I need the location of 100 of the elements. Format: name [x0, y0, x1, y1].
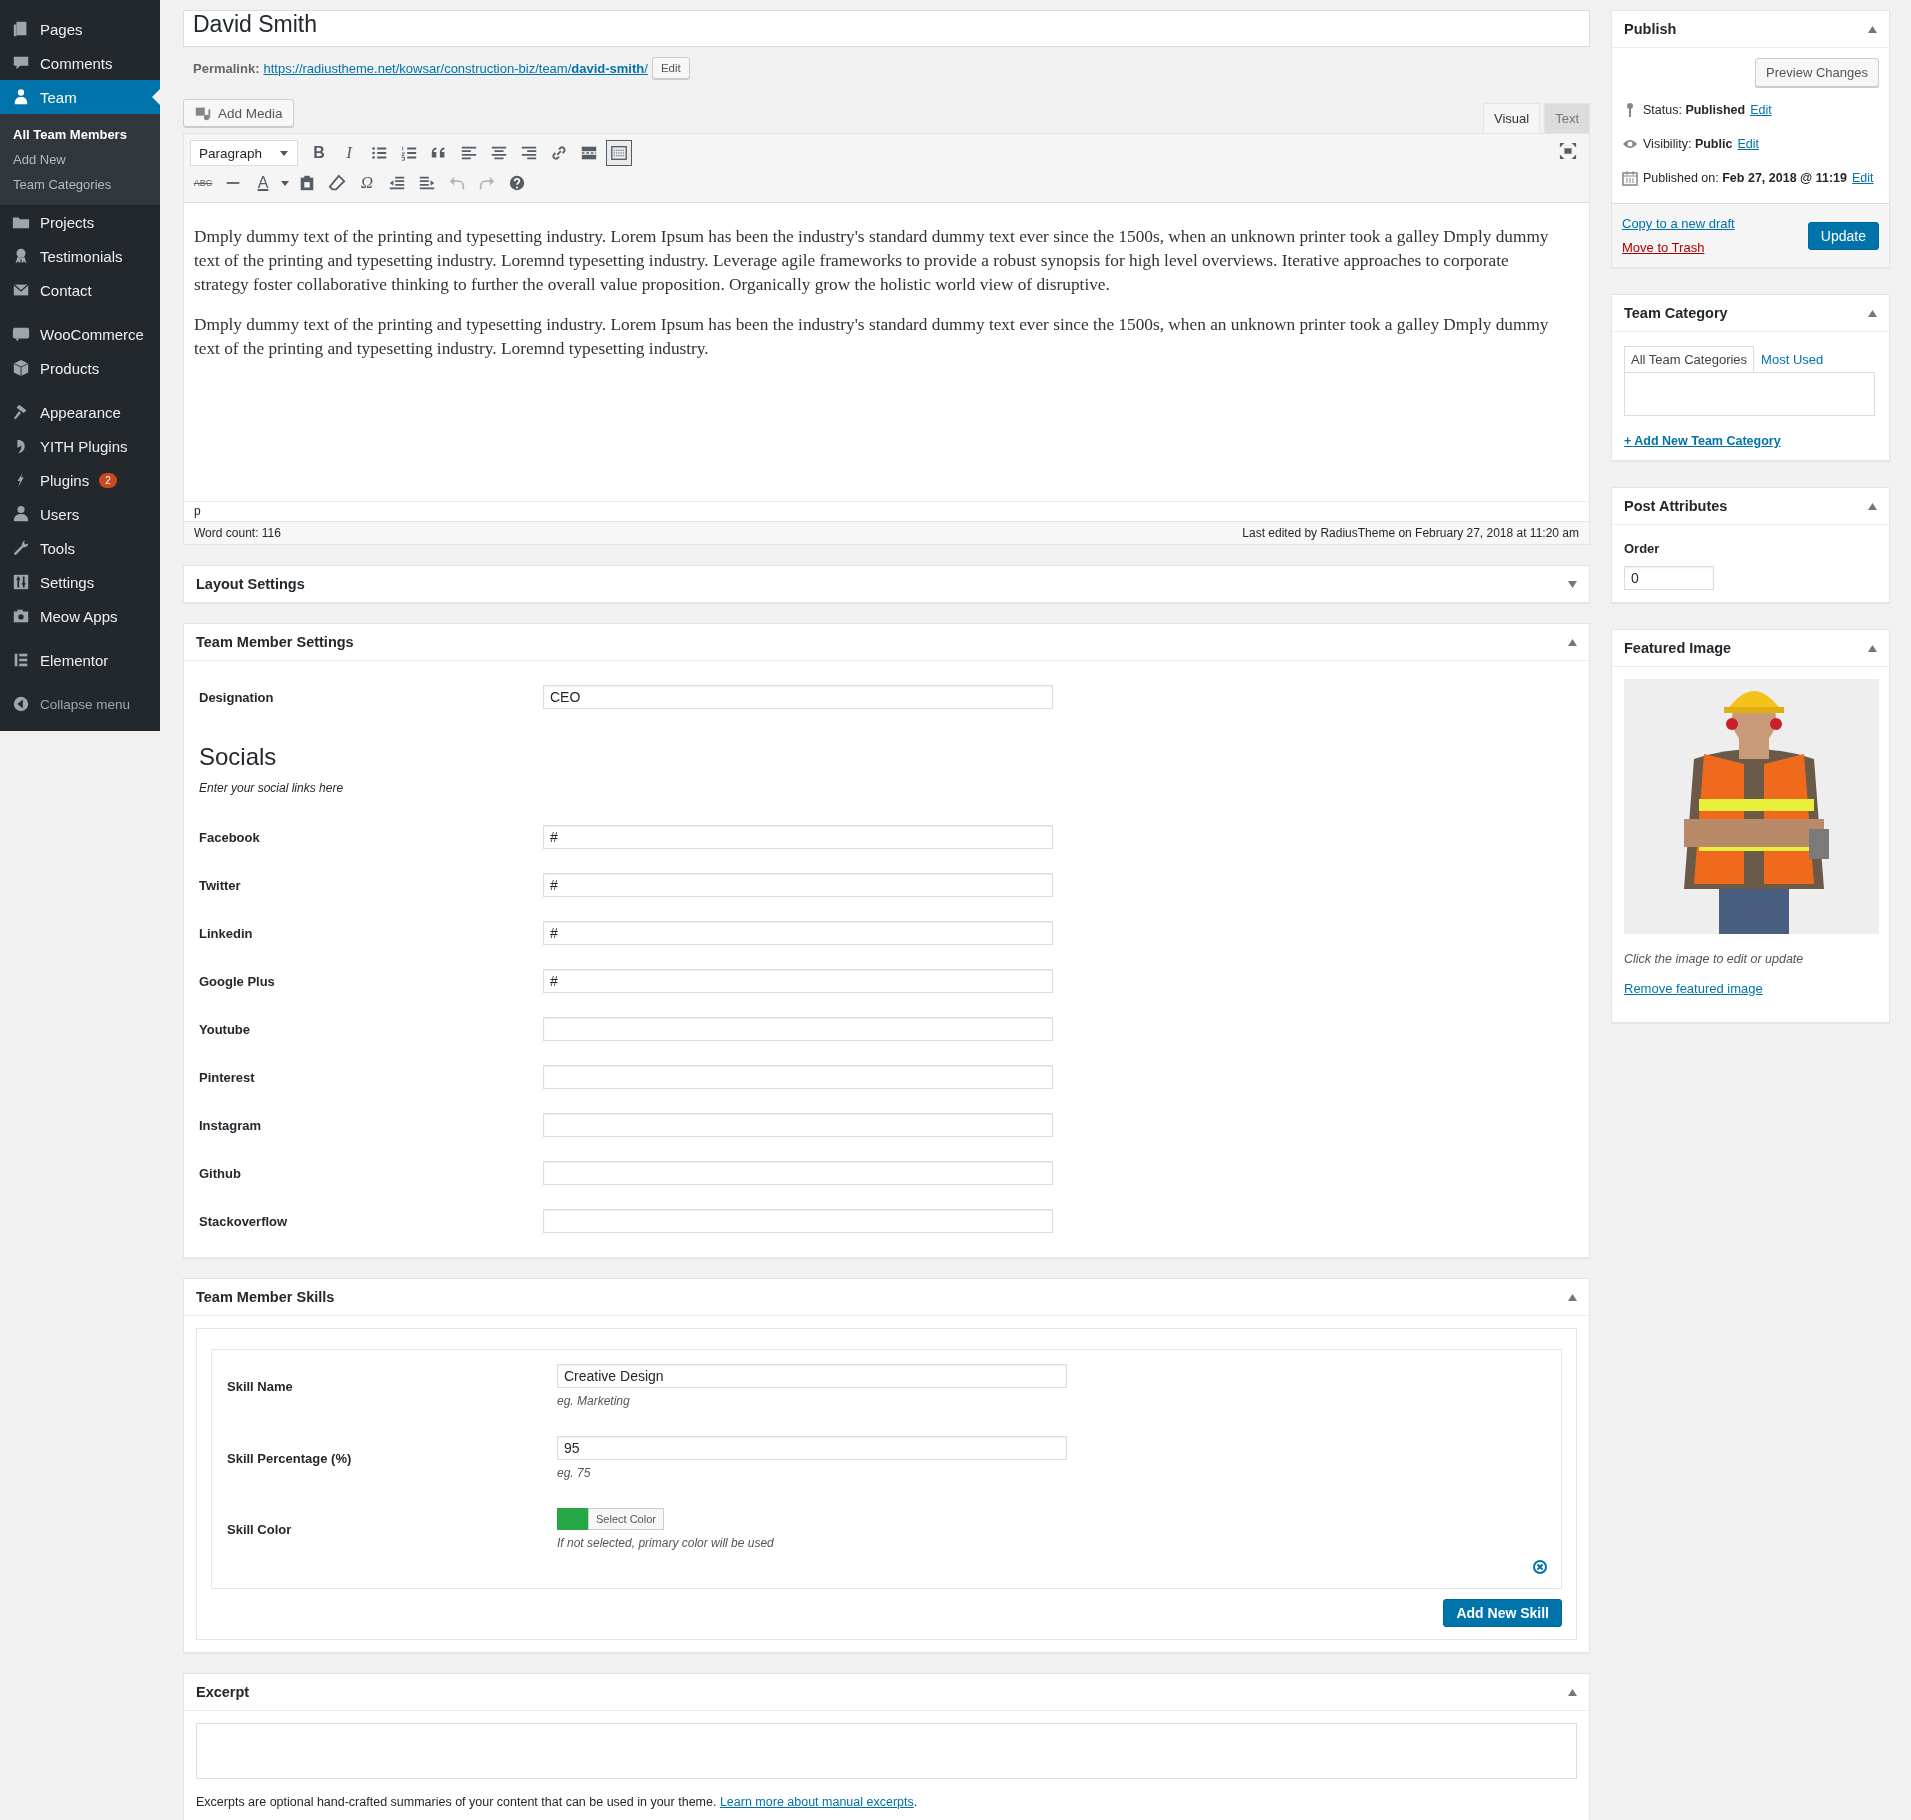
- menu-item[interactable]: Testimonials: [0, 239, 160, 273]
- add-new-skill-button[interactable]: Add New Skill: [1443, 1599, 1562, 1627]
- collapse-arrow-icon[interactable]: [1868, 309, 1877, 317]
- select-color-button[interactable]: Select Color: [588, 1508, 664, 1530]
- menu-item[interactable]: Comments: [0, 46, 160, 80]
- menu-item[interactable]: Appearance: [0, 395, 160, 429]
- last-edited-note: Last edited by RadiusTheme on February 27, 2018 at 11:20 am: [1242, 526, 1579, 540]
- submenu-item[interactable]: Team Categories: [0, 172, 160, 197]
- text-field[interactable]: #: [543, 921, 1053, 945]
- submenu-item[interactable]: Add New: [0, 147, 160, 172]
- menu-item[interactable]: Pages: [0, 12, 160, 46]
- format-button[interactable]: ABC: [190, 170, 216, 196]
- element-path[interactable]: p: [194, 504, 201, 518]
- fullscreen-icon[interactable]: [1559, 142, 1577, 160]
- title-field[interactable]: David Smith: [183, 10, 1590, 47]
- remove-icon[interactable]: [1533, 1560, 1547, 1574]
- collapse-arrow-icon[interactable]: [1868, 644, 1877, 652]
- menu-item[interactable]: Plugins 2: [0, 463, 160, 497]
- text-field[interactable]: #: [543, 825, 1053, 849]
- expand-arrow-icon[interactable]: [1568, 580, 1577, 588]
- copy-draft-link[interactable]: Copy to a new draft: [1622, 216, 1735, 231]
- menu-item[interactable]: Projects: [0, 205, 160, 239]
- menu-item[interactable]: YITH Plugins: [0, 429, 160, 463]
- collapse-arrow-icon[interactable]: [1568, 1688, 1577, 1696]
- category-tab[interactable]: Most Used: [1754, 346, 1831, 372]
- color-swatch[interactable]: [557, 1508, 588, 1530]
- learn-more-link[interactable]: Learn more about manual excerpts: [719, 1795, 914, 1809]
- field-label: Twitter: [198, 877, 242, 893]
- menu-item[interactable]: Team: [0, 80, 160, 114]
- menu-item[interactable]: WooCommerce: [0, 317, 160, 351]
- format-select[interactable]: Paragraph: [190, 140, 298, 166]
- numbered-list-icon[interactable]: [400, 144, 418, 162]
- body-paragraph: Dmply dummy text of the printing and typesetting industry. Lorem Ipsum has been the industry's standard dummy text ever since the 1500s, when an unknown printer took a galley Dmply dummy text of the printing and typesetting industry. Loremnd typesetting industry. Leverage agile frameworks to provide a robust synopsis for high level overviews. Iterative approaches to corporate strategy foster collaborative thinking to further the overall value proposition. Organically grow the holistic world view of disruptive.: [194, 226, 1550, 296]
- text-field[interactable]: CEO: [543, 685, 1053, 709]
- menu-item[interactable]: Meow Apps: [0, 599, 160, 633]
- align-center-icon[interactable]: [490, 144, 508, 162]
- menu-item[interactable]: Settings: [0, 565, 160, 599]
- edit-button[interactable]: Edit: [651, 57, 690, 79]
- collapse-menu-button[interactable]: Collapse menu: [0, 687, 160, 721]
- toolbar-toggle-icon[interactable]: [610, 144, 628, 162]
- remove-image-link[interactable]: Remove featured image: [1624, 981, 1763, 996]
- permalink-link[interactable]: https://radiustheme.net/kowsar/construction-biz/team/david-smith/: [263, 60, 648, 76]
- order-field[interactable]: 0: [1624, 566, 1714, 590]
- edit-link[interactable]: Edit: [1750, 103, 1772, 117]
- collapse-arrow-icon[interactable]: [1568, 1293, 1577, 1301]
- image-hint: Click the image to edit or update: [1624, 952, 1805, 966]
- text-field[interactable]: [543, 1065, 1053, 1089]
- editor-tab[interactable]: Visual: [1482, 103, 1541, 133]
- menu-item[interactable]: Contact: [0, 273, 160, 307]
- menu-item[interactable]: Elementor: [0, 643, 160, 677]
- field-label: Pinterest: [198, 1069, 256, 1085]
- indent-icon[interactable]: [418, 174, 436, 192]
- text-field[interactable]: [543, 1209, 1053, 1233]
- camera-icon: [12, 607, 30, 625]
- text-field[interactable]: [543, 1161, 1053, 1185]
- caret-icon: [279, 148, 289, 158]
- collapse-arrow-icon[interactable]: [1568, 638, 1577, 646]
- link-icon[interactable]: [550, 144, 568, 162]
- field-label: Skill Name: [226, 1378, 294, 1394]
- field-label: Instagram: [198, 1117, 263, 1133]
- panel-title: Post Attributes: [1624, 498, 1728, 514]
- update-button[interactable]: Update: [1807, 221, 1879, 250]
- add-media-button[interactable]: Add Media: [183, 99, 294, 127]
- field-hint: eg. Marketing: [557, 1394, 631, 1408]
- collapse-arrow-icon[interactable]: [1868, 25, 1877, 33]
- text-field[interactable]: #: [543, 969, 1053, 993]
- preview-changes-button[interactable]: Preview Changes: [1755, 58, 1879, 87]
- sliders-icon: [12, 573, 30, 591]
- help-icon[interactable]: [508, 174, 526, 192]
- add-category-link[interactable]: + Add New Team Category: [1624, 434, 1877, 448]
- excerpt-help-text: Excerpts are optional hand-crafted summaries of your content that can be used in your theme. Learn more about manual excerpts.: [196, 1795, 919, 1809]
- edit-link[interactable]: Edit: [1852, 171, 1874, 185]
- text-color-button[interactable]: A: [250, 170, 276, 196]
- edit-link[interactable]: Edit: [1737, 137, 1759, 151]
- text-field[interactable]: [543, 1113, 1053, 1137]
- section-title: Team Member Skills: [196, 1289, 335, 1305]
- format-button[interactable]: I: [336, 140, 362, 166]
- format-button[interactable]: B: [306, 140, 332, 166]
- format-button[interactable]: Ω: [354, 170, 380, 196]
- text-field[interactable]: [543, 1017, 1053, 1041]
- text-field[interactable]: #: [543, 873, 1053, 897]
- outdent-icon[interactable]: [388, 174, 406, 192]
- menu-item[interactable]: Users: [0, 497, 160, 531]
- category-tab[interactable]: All Team Categories: [1624, 346, 1755, 372]
- permalink-label: Permalink:: [193, 60, 260, 76]
- align-right-icon[interactable]: [520, 144, 538, 162]
- collapse-arrow-icon[interactable]: [1868, 502, 1877, 510]
- text-field[interactable]: 95: [557, 1436, 1067, 1460]
- move-to-trash-link[interactable]: Move to Trash: [1622, 240, 1735, 255]
- read-more-icon[interactable]: [580, 144, 598, 162]
- paste-icon[interactable]: [298, 174, 316, 192]
- menu-item[interactable]: Tools: [0, 531, 160, 565]
- bullet-list-icon[interactable]: [370, 144, 388, 162]
- submenu-item[interactable]: All Team Members: [0, 122, 160, 147]
- align-left-icon[interactable]: [460, 144, 478, 162]
- caret-icon[interactable]: [280, 178, 290, 188]
- excerpt-field[interactable]: [196, 1723, 1577, 1779]
- text-field[interactable]: Creative Design: [557, 1364, 1067, 1388]
- menu-item[interactable]: Products: [0, 351, 160, 385]
- eraser-icon[interactable]: [328, 174, 346, 192]
